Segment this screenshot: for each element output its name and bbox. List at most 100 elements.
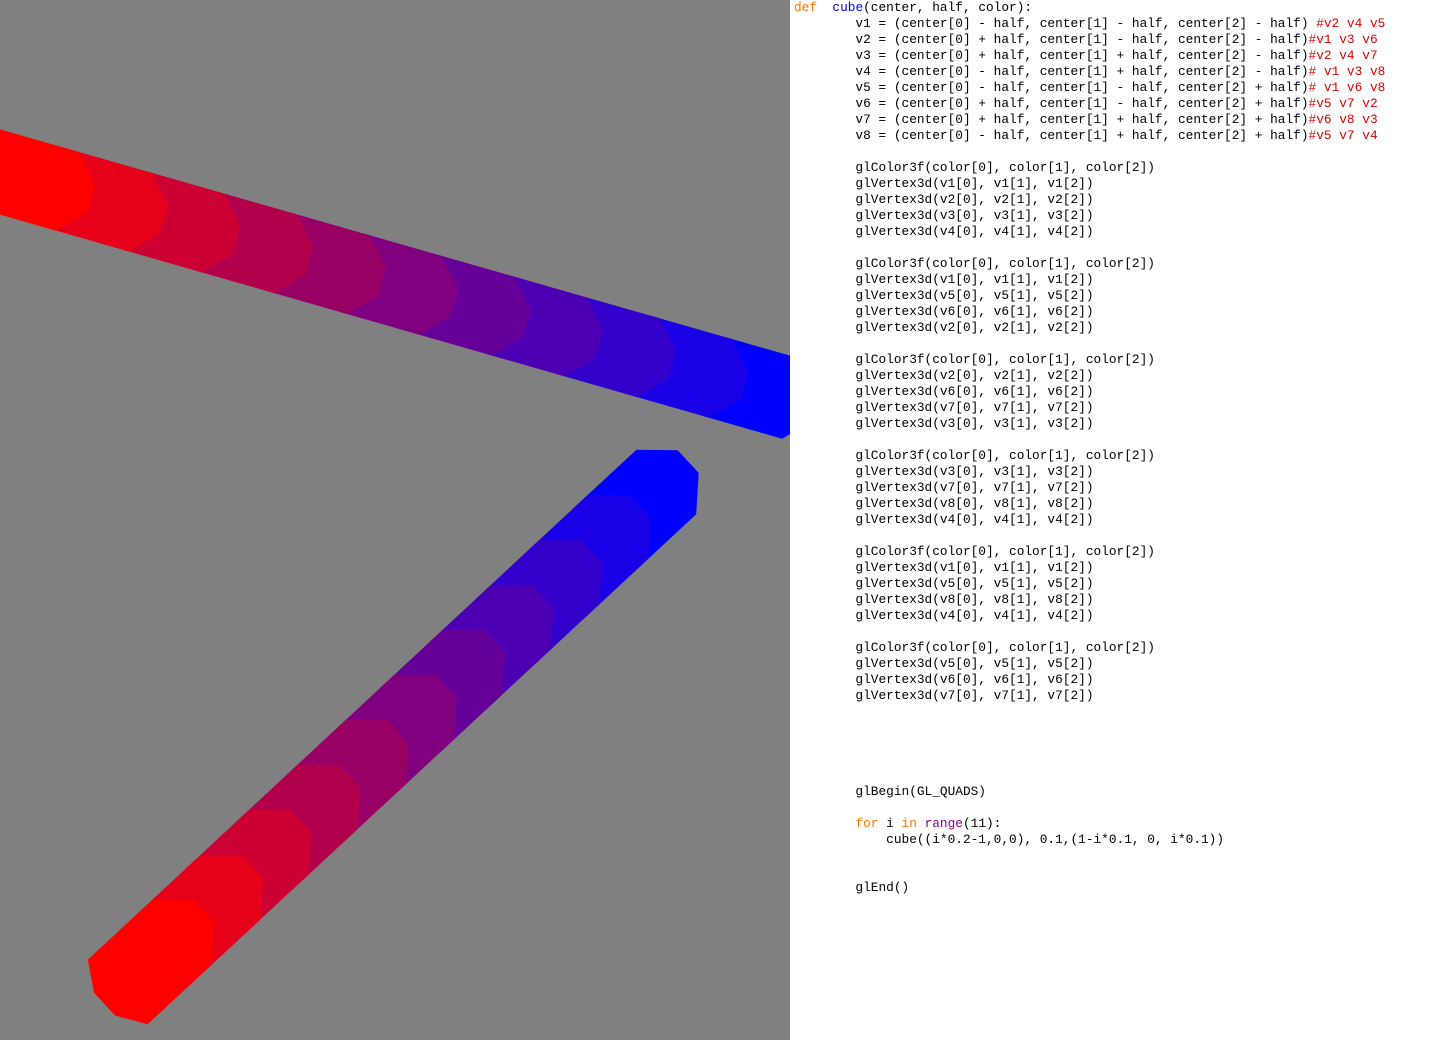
code-line: glColor3f(color[0], color[1], color[2]) xyxy=(794,448,1385,464)
code-token: glVertex3d(v7[0], v7[1], v7[2]) xyxy=(794,480,1094,495)
code-line: glVertex3d(v4[0], v4[1], v4[2]) xyxy=(794,224,1385,240)
code-token: glEnd() xyxy=(794,880,910,895)
code-token: cube((i*0.2-1,0,0), 0.1,(1-i*0.1, 0, i*0… xyxy=(794,832,1225,847)
code-line: glVertex3d(v1[0], v1[1], v1[2]) xyxy=(794,176,1385,192)
code-token: v1 = (center[0] - half, center[1] - half… xyxy=(794,16,1317,31)
code-line: glColor3f(color[0], color[1], color[2]) xyxy=(794,544,1385,560)
code-token: #v6 v8 v3 xyxy=(1308,112,1378,127)
code-line: v3 = (center[0] + half, center[1] + half… xyxy=(794,48,1385,64)
code-line: glVertex3d(v8[0], v8[1], v8[2]) xyxy=(794,592,1385,608)
code-token: #v1 v3 v6 xyxy=(1308,32,1378,47)
code-line: glColor3f(color[0], color[1], color[2]) xyxy=(794,160,1385,176)
code-token: glVertex3d(v1[0], v1[1], v1[2]) xyxy=(794,560,1094,575)
code-editor-panel[interactable]: def cube(center, half, color): v1 = (cen… xyxy=(790,0,1445,1040)
code-line: glColor3f(color[0], color[1], color[2]) xyxy=(794,256,1385,272)
code-line: v6 = (center[0] + half, center[1] - half… xyxy=(794,96,1385,112)
code-token: (11): xyxy=(962,816,1002,831)
code-line: v5 = (center[0] - half, center[1] - half… xyxy=(794,80,1385,96)
code-token: glVertex3d(v7[0], v7[1], v7[2]) xyxy=(794,400,1094,415)
code-token: #v2 v4 v5 xyxy=(1316,16,1386,31)
code-token: glVertex3d(v8[0], v8[1], v8[2]) xyxy=(794,496,1094,511)
code-line: for i in range(11): xyxy=(794,816,1385,832)
code-line: glVertex3d(v3[0], v3[1], v3[2]) xyxy=(794,208,1385,224)
code-line: glVertex3d(v6[0], v6[1], v6[2]) xyxy=(794,672,1385,688)
code-token: glColor3f(color[0], color[1], color[2]) xyxy=(794,160,1155,175)
code-token: glVertex3d(v7[0], v7[1], v7[2]) xyxy=(794,688,1094,703)
code-token: i xyxy=(878,816,902,831)
code-line: glVertex3d(v8[0], v8[1], v8[2]) xyxy=(794,496,1385,512)
code-token: glVertex3d(v1[0], v1[1], v1[2]) xyxy=(794,176,1094,191)
code-token: v4 = (center[0] - half, center[1] + half… xyxy=(794,64,1309,79)
code-token: glVertex3d(v5[0], v5[1], v5[2]) xyxy=(794,288,1094,303)
code-line: glVertex3d(v2[0], v2[1], v2[2]) xyxy=(794,192,1385,208)
code-token: glVertex3d(v5[0], v5[1], v5[2]) xyxy=(794,656,1094,671)
code-line: glVertex3d(v6[0], v6[1], v6[2]) xyxy=(794,304,1385,320)
cube-0 xyxy=(87,899,215,1025)
code-token: glVertex3d(v4[0], v4[1], v4[2]) xyxy=(794,224,1094,239)
code-line: glVertex3d(v2[0], v2[1], v2[2]) xyxy=(794,368,1385,384)
code-line: glVertex3d(v3[0], v3[1], v3[2]) xyxy=(794,464,1385,480)
code-line: glVertex3d(v1[0], v1[1], v1[2]) xyxy=(794,272,1385,288)
code-line: glVertex3d(v5[0], v5[1], v5[2]) xyxy=(794,656,1385,672)
code-line: glColor3f(color[0], color[1], color[2]) xyxy=(794,640,1385,656)
code-token: #v2 v4 v7 xyxy=(1308,48,1378,63)
code-token: glVertex3d(v8[0], v8[1], v8[2]) xyxy=(794,592,1094,607)
code-token: glVertex3d(v1[0], v1[1], v1[2]) xyxy=(794,272,1094,287)
code-token: #v5 v7 v4 xyxy=(1308,128,1378,143)
code-line: glVertex3d(v1[0], v1[1], v1[2]) xyxy=(794,560,1385,576)
code-line: glVertex3d(v2[0], v2[1], v2[2]) xyxy=(794,320,1385,336)
code-token: glVertex3d(v3[0], v3[1], v3[2]) xyxy=(794,464,1094,479)
upper-cube-row xyxy=(0,129,790,439)
code-line: glVertex3d(v4[0], v4[1], v4[2]) xyxy=(794,608,1385,624)
code-token: v8 = (center[0] - half, center[1] + half… xyxy=(794,128,1309,143)
code-line: v2 = (center[0] + half, center[1] - half… xyxy=(794,32,1385,48)
code-token: glBegin(GL_QUADS) xyxy=(794,784,986,799)
code-token: for xyxy=(855,816,879,831)
code-token: v6 = (center[0] + half, center[1] - half… xyxy=(794,96,1309,111)
code-token: glVertex3d(v3[0], v3[1], v3[2]) xyxy=(794,416,1094,431)
code-text[interactable]: def cube(center, half, color): v1 = (cen… xyxy=(794,0,1385,896)
code-line: cube((i*0.2-1,0,0), 0.1,(1-i*0.1, 0, i*0… xyxy=(794,832,1385,848)
code-token: glVertex3d(v4[0], v4[1], v4[2]) xyxy=(794,608,1094,623)
code-line: glColor3f(color[0], color[1], color[2]) xyxy=(794,352,1385,368)
code-token: glVertex3d(v6[0], v6[1], v6[2]) xyxy=(794,384,1094,399)
code-line: v7 = (center[0] + half, center[1] + half… xyxy=(794,112,1385,128)
code-token: in xyxy=(901,816,917,831)
code-token: v2 = (center[0] + half, center[1] - half… xyxy=(794,32,1309,47)
code-token: glVertex3d(v4[0], v4[1], v4[2]) xyxy=(794,512,1094,527)
code-line: glVertex3d(v6[0], v6[1], v6[2]) xyxy=(794,384,1385,400)
code-token: glVertex3d(v6[0], v6[1], v6[2]) xyxy=(794,304,1094,319)
code-token: cube xyxy=(832,0,864,15)
code-line: def cube(center, half, color): xyxy=(794,0,1385,16)
code-token: def xyxy=(794,0,818,15)
code-token: v3 = (center[0] + half, center[1] + half… xyxy=(794,48,1309,63)
code-token: v7 = (center[0] + half, center[1] + half… xyxy=(794,112,1309,127)
code-line: glVertex3d(v7[0], v7[1], v7[2]) xyxy=(794,480,1385,496)
code-token: range xyxy=(916,816,963,831)
code-token: glColor3f(color[0], color[1], color[2]) xyxy=(794,640,1155,655)
code-token: glColor3f(color[0], color[1], color[2]) xyxy=(794,448,1155,463)
code-token: (center, half, color): xyxy=(863,0,1033,15)
cube-0 xyxy=(0,129,96,231)
code-token: glVertex3d(v2[0], v2[1], v2[2]) xyxy=(794,320,1094,335)
code-token: glColor3f(color[0], color[1], color[2]) xyxy=(794,352,1155,367)
code-line: glEnd() xyxy=(794,880,1385,896)
code-token: # v1 v6 v8 xyxy=(1308,80,1386,95)
cube-scene xyxy=(0,129,790,1025)
code-token: glVertex3d(v5[0], v5[1], v5[2]) xyxy=(794,576,1094,591)
code-line: glVertex3d(v3[0], v3[1], v3[2]) xyxy=(794,416,1385,432)
code-token: v5 = (center[0] - half, center[1] - half… xyxy=(794,80,1309,95)
code-token: glColor3f(color[0], color[1], color[2]) xyxy=(794,544,1155,559)
